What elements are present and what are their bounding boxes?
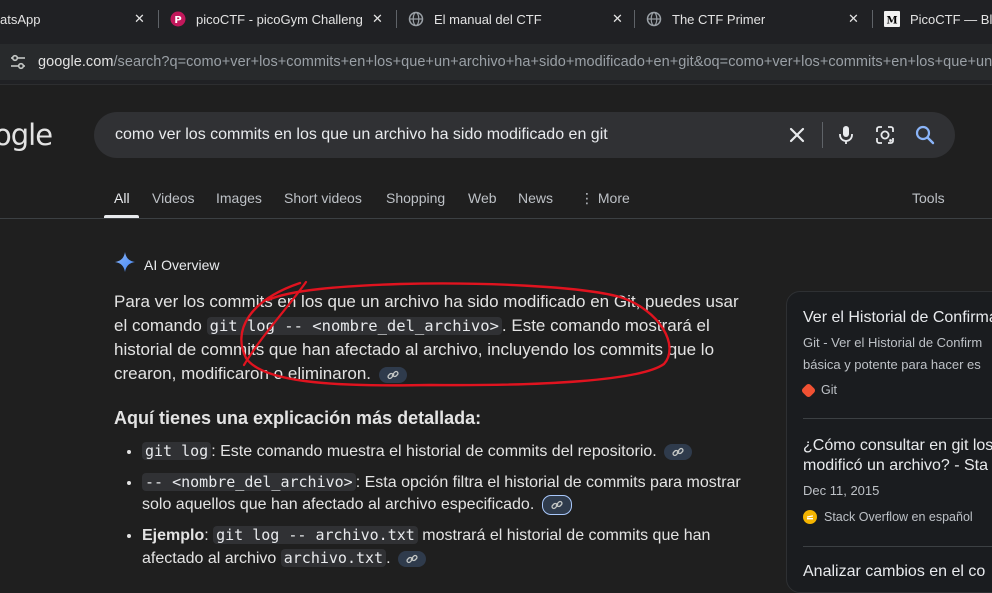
inline-code: -- <nombre_del_archivo> xyxy=(142,473,356,491)
list-item-text: : Este comando muestra el historial de c… xyxy=(211,443,657,460)
tab-picogym[interactable]: P picoCTF - picoGym Challeng xyxy=(170,0,390,38)
close-icon[interactable]: ✕ xyxy=(372,0,383,38)
ai-overview-header: AI Overview xyxy=(114,251,219,278)
tab-web[interactable]: Web xyxy=(468,190,497,206)
tab-divider xyxy=(872,10,873,28)
tab-title: The CTF Primer xyxy=(672,11,766,27)
source-link-chip[interactable] xyxy=(664,443,693,460)
url-path: /search?q=como+ver+los+commits+en+los+qu… xyxy=(113,54,992,70)
tab-videos[interactable]: Videos xyxy=(152,190,195,206)
ai-overview-subheading: Aquí tienes una explicación más detallad… xyxy=(114,408,482,428)
tab-picoctf-medium[interactable]: M PicoCTF — Bla xyxy=(884,0,992,38)
tab-more-label: More xyxy=(597,190,630,206)
search-box[interactable]: como ver los commits en los que un archi… xyxy=(94,112,955,158)
tab-manual-ctf[interactable]: El manual del CTF xyxy=(408,0,618,38)
source-divider xyxy=(803,546,992,547)
google-lens-icon[interactable] xyxy=(874,124,896,146)
tab-more[interactable]: ⋮ More xyxy=(580,190,630,207)
sources-panel: Ver el Historial de Confirma Git - Ver e… xyxy=(786,291,992,593)
globe-icon xyxy=(408,11,424,27)
source-card-date: Dec 11, 2015 xyxy=(803,483,880,498)
tab-title: picoCTF - picoGym Challeng xyxy=(196,11,363,27)
inline-code: archivo.txt xyxy=(280,549,387,567)
url-host: google.com xyxy=(38,54,114,70)
separator: : xyxy=(204,527,214,544)
source-card-title[interactable]: modificó un archivo? - Sta xyxy=(803,456,988,476)
picoctf-favicon-icon: P xyxy=(170,11,186,27)
search-input[interactable]: como ver los commits en los que un archi… xyxy=(115,126,608,144)
google-logo[interactable]: ogle xyxy=(0,118,53,152)
clear-search-icon[interactable] xyxy=(786,124,808,146)
inline-code: git log xyxy=(142,442,212,460)
inline-code: git log -- <nombre_del_archivo> xyxy=(206,317,502,335)
microphone-icon[interactable] xyxy=(835,124,857,146)
tabs-divider xyxy=(0,218,992,219)
source-card-site[interactable]: Stack Overflow en español xyxy=(803,510,973,524)
search-icon[interactable] xyxy=(914,124,936,146)
tab-images[interactable]: Images xyxy=(216,190,262,206)
tab-ctf-primer[interactable]: The CTF Primer xyxy=(646,0,846,38)
tab-shopping[interactable]: Shopping xyxy=(386,190,445,206)
tab-title: El manual del CTF xyxy=(434,11,542,27)
source-link-chip[interactable] xyxy=(378,366,407,383)
source-card-snippet: básica y potente para hacer es xyxy=(803,357,981,372)
close-icon[interactable]: ✕ xyxy=(848,0,859,38)
source-card-site[interactable]: Git xyxy=(800,382,837,398)
source-card-title[interactable]: Analizar cambios en el co xyxy=(803,562,985,582)
link-icon xyxy=(387,370,399,379)
list-item: git log: Este comando muestra el histori… xyxy=(142,440,762,463)
tab-divider xyxy=(396,10,397,28)
source-card-title[interactable]: Ver el Historial de Confirma xyxy=(803,308,992,328)
tools-button[interactable]: Tools xyxy=(912,190,945,206)
example-label: Ejemplo xyxy=(142,527,205,544)
medium-favicon-icon: M xyxy=(884,11,900,27)
tab-all[interactable]: All xyxy=(114,190,130,206)
source-divider xyxy=(803,418,992,419)
source-card-snippet: Git - Ver el Historial de Confirm xyxy=(803,335,983,350)
close-icon[interactable]: ✕ xyxy=(134,0,145,38)
source-link-chip[interactable] xyxy=(398,550,426,567)
search-type-tabs: All Videos Images Short videos Shopping … xyxy=(0,186,992,218)
explanation-list: git log: Este comando muestra el histori… xyxy=(114,440,762,578)
tab-title: PicoCTF — Bla xyxy=(910,11,992,27)
inline-code: git log -- archivo.txt xyxy=(213,526,418,544)
period: . xyxy=(386,550,391,567)
url-text[interactable]: google.com/search?q=como+ver+los+commits… xyxy=(38,54,992,70)
sparkle-icon xyxy=(114,251,136,278)
ai-overview-paragraph: Para ver los commits en los que un archi… xyxy=(114,290,754,386)
svg-text:M: M xyxy=(886,16,897,27)
site-info-icon[interactable] xyxy=(8,51,28,73)
tab-divider xyxy=(634,10,635,28)
stackoverflow-logo-icon xyxy=(803,510,817,524)
browser-tab-strip: atsApp ✕ P picoCTF - picoGym Challeng ✕ … xyxy=(0,0,992,38)
source-card-title[interactable]: ¿Cómo consultar en git los xyxy=(803,436,992,456)
tab-divider xyxy=(158,10,159,28)
link-icon xyxy=(406,554,418,563)
tab-news[interactable]: News xyxy=(518,190,553,206)
tab-whatsapp[interactable]: atsApp xyxy=(0,0,140,38)
svg-text:P: P xyxy=(174,15,181,26)
address-bar[interactable]: google.com/search?q=como+ver+los+commits… xyxy=(0,44,992,80)
list-item: -- <nombre_del_archivo>: Esta opción fil… xyxy=(142,471,762,516)
more-vert-icon: ⋮ xyxy=(580,190,594,206)
link-icon xyxy=(551,500,563,509)
list-item: Ejemplo: git log -- archivo.txt mostrará… xyxy=(142,524,762,570)
source-site-name: Stack Overflow en español xyxy=(824,510,973,524)
source-site-name: Git xyxy=(821,383,837,397)
git-logo-icon xyxy=(800,382,817,398)
source-link-chip-selected[interactable] xyxy=(541,494,572,515)
search-box-divider xyxy=(822,122,823,148)
link-icon xyxy=(672,447,684,456)
globe-icon xyxy=(646,11,662,27)
ai-overview-label: AI Overview xyxy=(144,256,220,273)
tab-short-videos[interactable]: Short videos xyxy=(284,190,362,206)
close-icon[interactable]: ✕ xyxy=(612,0,623,38)
address-bar-row: google.com/search?q=como+ver+los+commits… xyxy=(0,38,992,85)
tab-title: atsApp xyxy=(0,11,41,27)
